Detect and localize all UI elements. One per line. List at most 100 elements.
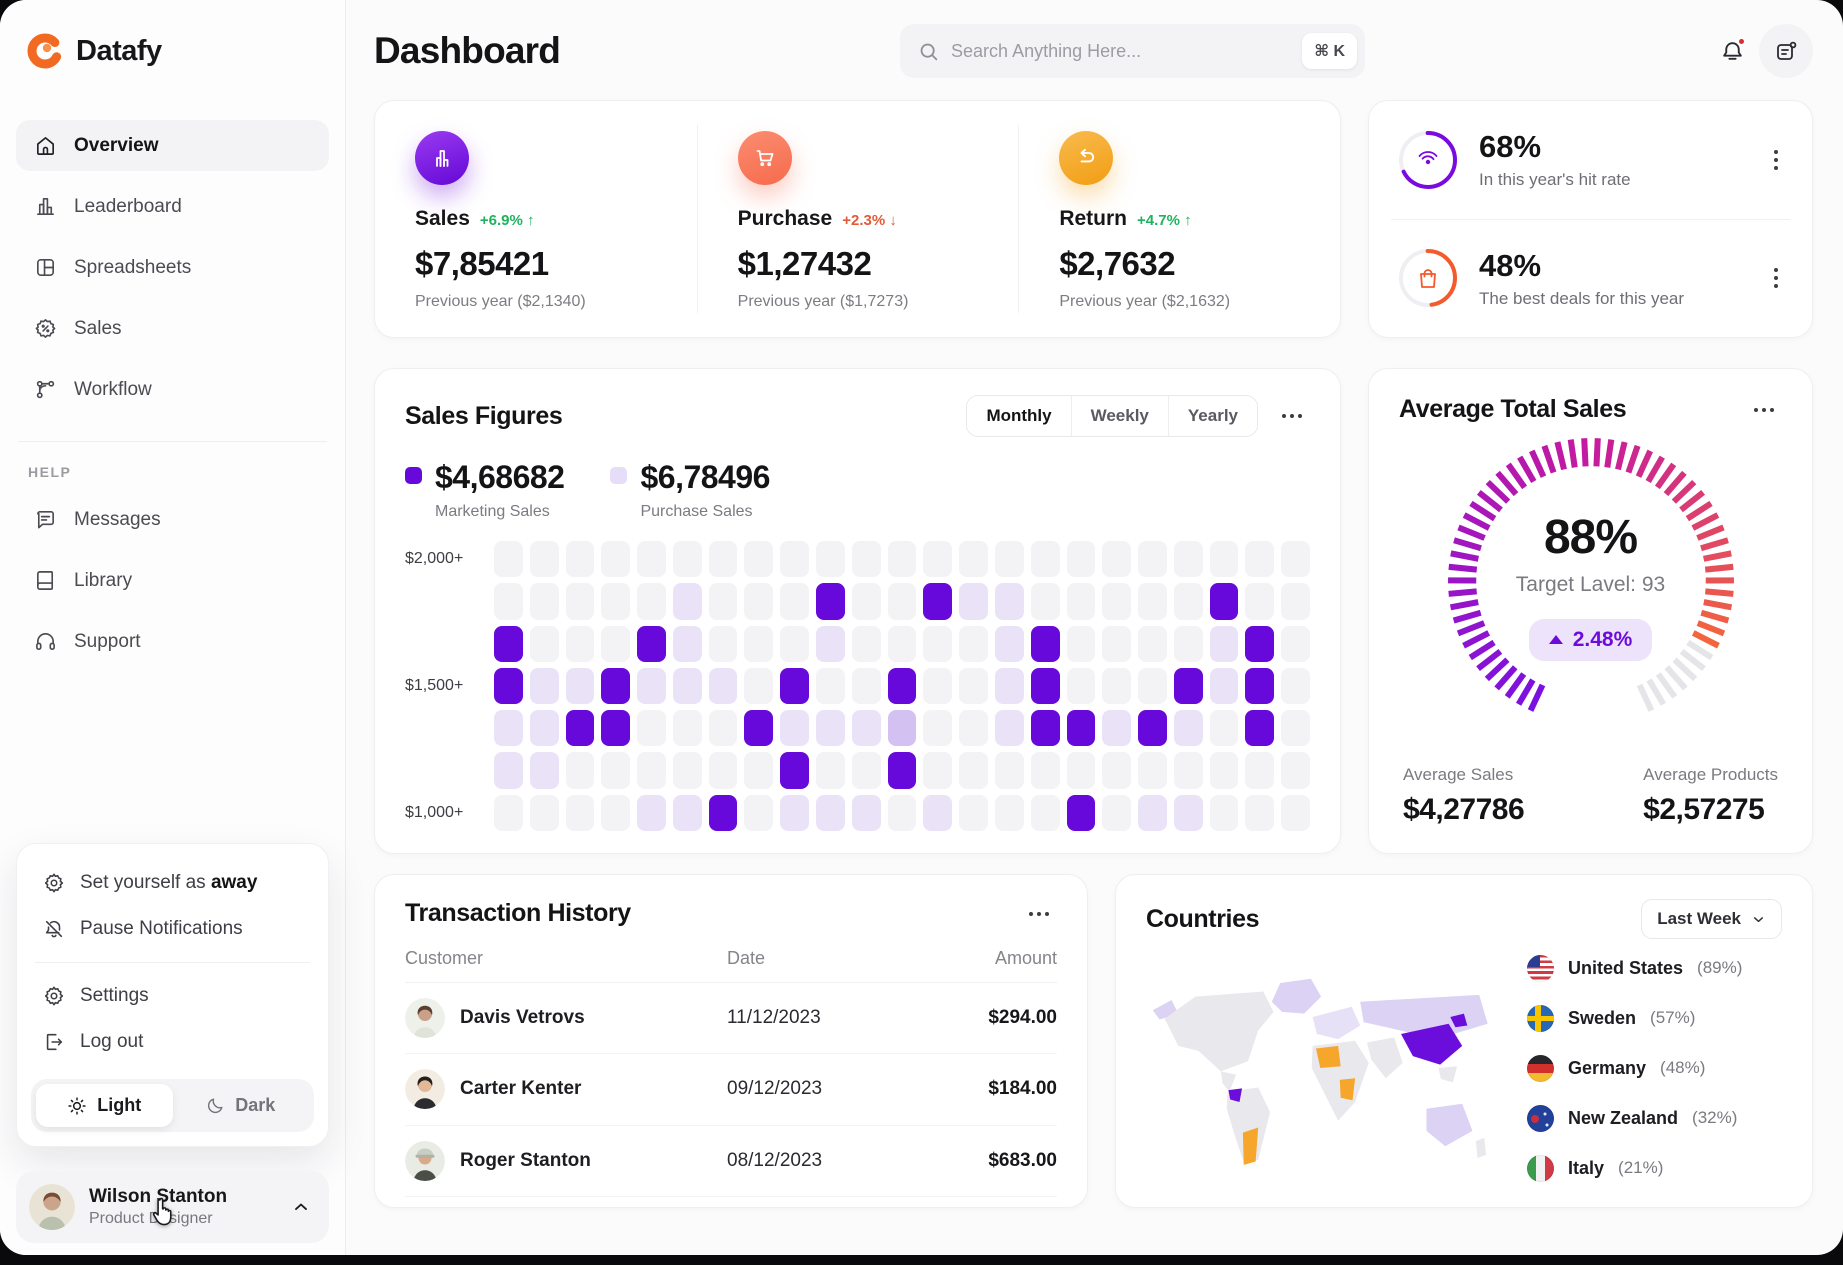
sidebar-item-leaderboard[interactable]: Leaderboard bbox=[16, 181, 329, 232]
transaction-date: 09/12/2023 bbox=[727, 1078, 932, 1100]
kebab-menu-button[interactable] bbox=[1766, 260, 1786, 296]
time-filter-dropdown[interactable]: Last Week bbox=[1641, 899, 1782, 939]
arrow-up-icon: ↑ bbox=[527, 212, 535, 229]
column-date: Date bbox=[727, 948, 932, 969]
country-percent: (57%) bbox=[1650, 1008, 1695, 1028]
sidebar-item-library[interactable]: Library bbox=[16, 555, 329, 606]
heatmap-cell bbox=[780, 626, 809, 662]
kpi-delta: +4.7% ↑ bbox=[1137, 212, 1192, 229]
menu-item-label: Set yourself as away bbox=[80, 872, 257, 894]
column-amount: Amount bbox=[932, 948, 1057, 969]
notifications-button[interactable] bbox=[1705, 24, 1759, 78]
heatmap-cell bbox=[1031, 752, 1060, 788]
heatmap-cell bbox=[1174, 668, 1203, 704]
kebab-menu-button[interactable] bbox=[1766, 142, 1786, 178]
heatmap-cell bbox=[494, 541, 523, 577]
tab-yearly[interactable]: Yearly bbox=[1168, 396, 1257, 436]
gear-icon bbox=[43, 872, 65, 894]
avatar bbox=[405, 998, 445, 1038]
sidebar-item-workflow[interactable]: Workflow bbox=[16, 364, 329, 415]
heatmap-cell bbox=[744, 752, 773, 788]
heatmap-row-label: $1,500+ bbox=[405, 668, 487, 704]
country-item-sweden: Sweden (57%) bbox=[1527, 1005, 1782, 1032]
search-bar[interactable]: ⌘ K bbox=[900, 24, 1365, 78]
best-deals-item: 48% The best deals for this year bbox=[1391, 219, 1790, 338]
heatmap-cell bbox=[959, 668, 988, 704]
heatmap-cell bbox=[673, 710, 702, 746]
radar-icon bbox=[1420, 152, 1437, 164]
heatmap-cell bbox=[709, 710, 738, 746]
heatmap-cell bbox=[494, 583, 523, 619]
user-profile[interactable]: Wilson Stanton Product Designer bbox=[16, 1171, 329, 1243]
table-row: Carter Kenter 09/12/2023 $184.00 bbox=[405, 1054, 1057, 1125]
heatmap-cell bbox=[816, 626, 845, 662]
heatmap-cell bbox=[888, 795, 917, 831]
heatmap-cell bbox=[566, 583, 595, 619]
menu-item-logout[interactable]: Log out bbox=[31, 1019, 314, 1065]
heatmap-cell bbox=[566, 710, 595, 746]
heatmap-cell bbox=[1245, 583, 1274, 619]
tab-monthly[interactable]: Monthly bbox=[967, 396, 1070, 436]
heatmap-cell bbox=[888, 710, 917, 746]
kpi-label: Return bbox=[1059, 207, 1127, 231]
heatmap-cell bbox=[1067, 541, 1096, 577]
kebab-menu-button[interactable] bbox=[1274, 406, 1310, 426]
heatmap-cell bbox=[1174, 626, 1203, 662]
badge-percent-icon bbox=[34, 317, 57, 340]
sales-figures-title: Sales Figures bbox=[405, 402, 562, 431]
heatmap-cell bbox=[673, 668, 702, 704]
heatmap-cell bbox=[1174, 710, 1203, 746]
kpi-value: $7,85421 bbox=[415, 245, 677, 283]
menu-item-settings[interactable]: Settings bbox=[31, 973, 314, 1019]
menu-item-set-away[interactable]: Set yourself as away bbox=[31, 860, 314, 906]
country-percent: (48%) bbox=[1660, 1058, 1705, 1078]
theme-light-button[interactable]: Light bbox=[36, 1084, 173, 1127]
customer-name: Roger Stanton bbox=[460, 1150, 591, 1172]
heatmap-cell bbox=[816, 668, 845, 704]
app-name: Datafy bbox=[76, 35, 162, 68]
sun-icon bbox=[67, 1096, 87, 1116]
heatmap-cell bbox=[494, 626, 523, 662]
menu-item-pause-notifications[interactable]: Pause Notifications bbox=[31, 906, 314, 952]
country-item-italy: Italy (21%) bbox=[1527, 1155, 1782, 1182]
heatmap-cell bbox=[1102, 795, 1131, 831]
legend-name: Marketing Sales bbox=[435, 503, 564, 521]
stat-value: $4,27786 bbox=[1403, 793, 1524, 827]
heatmap-cell bbox=[780, 541, 809, 577]
heatmap-cell bbox=[1281, 583, 1310, 619]
search-input[interactable] bbox=[951, 41, 1290, 62]
spreadsheet-icon bbox=[34, 256, 57, 279]
shopping-bag-icon bbox=[1421, 270, 1435, 287]
heatmap-cell bbox=[744, 541, 773, 577]
gauge-delta-badge: 2.48% bbox=[1529, 619, 1653, 661]
legend-value: $4,68682 bbox=[435, 459, 564, 496]
heatmap-cell bbox=[1102, 710, 1131, 746]
heatmap-cell bbox=[888, 541, 917, 577]
heatmap-cell bbox=[1210, 668, 1239, 704]
sidebar-item-sales[interactable]: Sales bbox=[16, 303, 329, 354]
germany-flag-icon bbox=[1527, 1055, 1554, 1082]
heatmap-cell bbox=[816, 795, 845, 831]
kebab-menu-button[interactable] bbox=[1021, 904, 1057, 924]
heatmap-cell bbox=[530, 668, 559, 704]
heatmap-cell bbox=[1138, 668, 1167, 704]
heatmap-cell bbox=[959, 795, 988, 831]
sidebar-item-messages[interactable]: Messages bbox=[16, 494, 329, 545]
tab-weekly[interactable]: Weekly bbox=[1071, 396, 1168, 436]
kebab-menu-button[interactable] bbox=[1746, 400, 1782, 420]
heatmap-cell bbox=[1245, 710, 1274, 746]
panel-menu-button[interactable] bbox=[1759, 24, 1813, 78]
sidebar-item-support[interactable]: Support bbox=[16, 616, 329, 667]
transaction-amount: $683.00 bbox=[932, 1150, 1057, 1172]
heatmap-cell bbox=[888, 752, 917, 788]
legend-name: Purchase Sales bbox=[640, 503, 769, 521]
avatar bbox=[29, 1184, 75, 1230]
theme-dark-button[interactable]: Dark bbox=[173, 1084, 310, 1127]
heatmap-cell bbox=[995, 583, 1024, 619]
heatmap-cell bbox=[1031, 710, 1060, 746]
heatmap-cell bbox=[852, 752, 881, 788]
heatmap-cell bbox=[1138, 795, 1167, 831]
heatmap-cell bbox=[744, 583, 773, 619]
sidebar-item-overview[interactable]: Overview bbox=[16, 120, 329, 171]
sidebar-item-spreadsheets[interactable]: Spreadsheets bbox=[16, 242, 329, 293]
